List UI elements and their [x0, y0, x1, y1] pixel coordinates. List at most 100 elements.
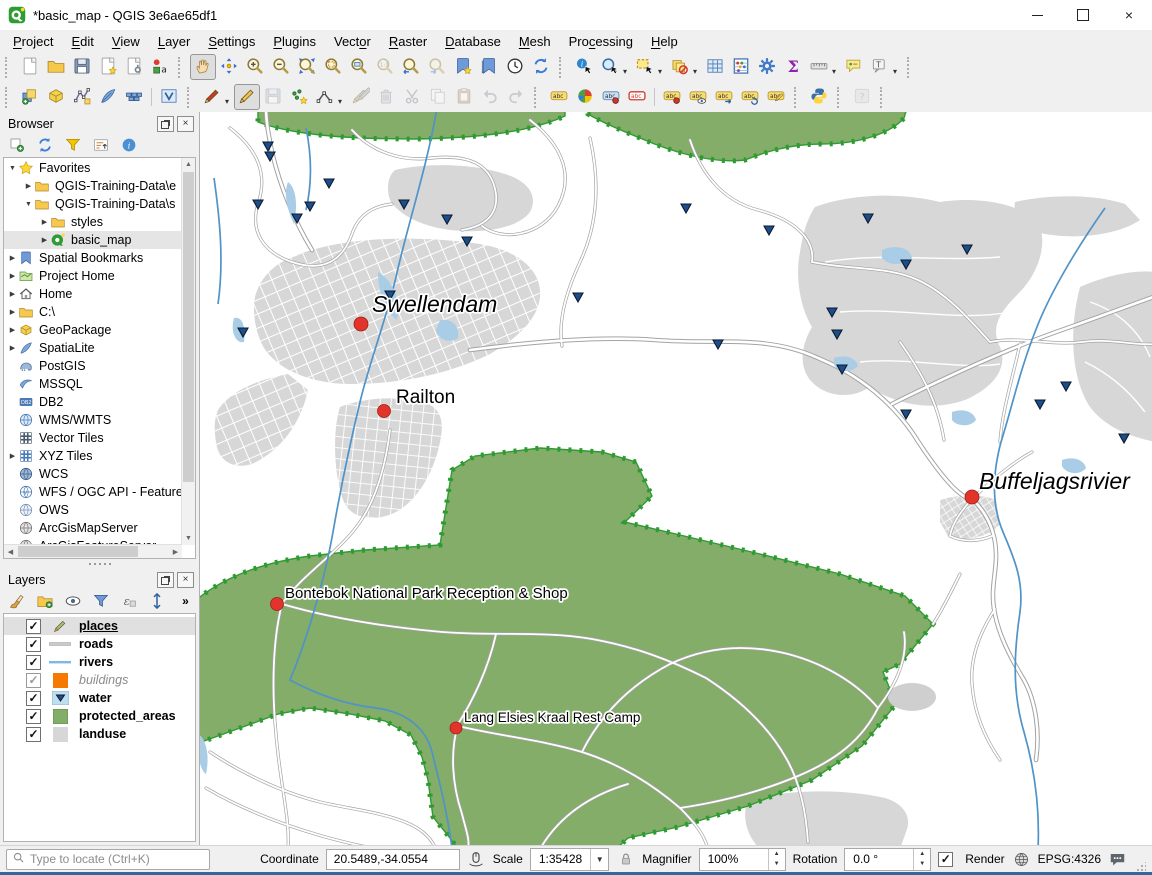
- layers-float-button[interactable]: [157, 572, 174, 588]
- browser-close-button[interactable]: ×: [177, 116, 194, 132]
- layer-visibility-checkbox[interactable]: ✓: [26, 727, 41, 742]
- crs-status[interactable]: EPSG:4326: [1038, 852, 1101, 866]
- layer-visibility-checkbox[interactable]: ✓: [26, 655, 41, 670]
- expander-icon[interactable]: ▼: [23, 201, 34, 208]
- menu-view[interactable]: View: [103, 32, 149, 51]
- browser-item-qgis-training-data-s[interactable]: ▼QGIS-Training-Data\s: [4, 195, 182, 213]
- messages-icon[interactable]: [1108, 850, 1127, 869]
- browser-item-spatial-bookmarks[interactable]: ▶Spatial Bookmarks: [4, 249, 182, 267]
- style-manager-button[interactable]: a: [147, 54, 173, 80]
- layer-item-places[interactable]: ✓places: [4, 617, 195, 635]
- toolbar-handle[interactable]: [794, 87, 802, 108]
- move-label-button[interactable]: abc: [711, 84, 737, 110]
- new-spatial-bookmark-button[interactable]: [450, 54, 476, 80]
- layer-visibility-checkbox[interactable]: ✓: [26, 673, 41, 688]
- new-geopackage-layer-button[interactable]: [43, 84, 69, 110]
- layer-visibility-checkbox[interactable]: ✓: [26, 691, 41, 706]
- browser-item-ows[interactable]: OWS: [4, 501, 182, 519]
- menu-plugins[interactable]: Plugins: [264, 32, 325, 51]
- zoom-to-selection-button[interactable]: [320, 54, 346, 80]
- browser-item-wfs-ogc-api-feature[interactable]: VWFS / OGC API - Feature: [4, 483, 182, 501]
- browser-vertical-scrollbar[interactable]: ▲ ▼: [181, 158, 195, 545]
- measure-dropdown[interactable]: ▾: [832, 67, 841, 76]
- locator-search-input[interactable]: Type to locate (Ctrl+K): [6, 849, 210, 870]
- zoom-full-button[interactable]: [294, 54, 320, 80]
- browser-item-postgis[interactable]: PostGIS: [4, 357, 182, 375]
- zoom-out-button[interactable]: [268, 54, 294, 80]
- show-spatial-bookmarks-button[interactable]: [476, 54, 502, 80]
- menu-raster[interactable]: Raster: [380, 32, 436, 51]
- menu-vector[interactable]: Vector: [325, 32, 380, 51]
- filter-by-expression-button[interactable]: ε: [119, 591, 138, 610]
- browser-horizontal-scrollbar[interactable]: ◀ ▶: [4, 544, 182, 558]
- browser-item-styles[interactable]: ▶styles: [4, 213, 182, 231]
- new-shapefile-layer-button[interactable]: [69, 84, 95, 110]
- pan-map-button[interactable]: [190, 54, 216, 80]
- layer-item-rivers[interactable]: ✓rivers: [4, 653, 195, 671]
- browser-item-wcs[interactable]: WCS: [4, 465, 182, 483]
- open-layer-styling-button[interactable]: [7, 591, 26, 610]
- statistical-summary-button[interactable]: Σ: [780, 54, 806, 80]
- expander-icon[interactable]: ▶: [7, 326, 18, 334]
- python-console-button[interactable]: [806, 84, 832, 110]
- pin-unpin-labels-button[interactable]: abc: [598, 84, 624, 110]
- browser-item-mssql[interactable]: MSSQL: [4, 375, 182, 393]
- expander-icon[interactable]: ▶: [7, 272, 18, 280]
- refresh-map-button[interactable]: [528, 54, 554, 80]
- lock-scale-icon[interactable]: [616, 850, 635, 869]
- expander-icon[interactable]: ▶: [39, 218, 50, 226]
- select-features-dropdown[interactable]: ▾: [658, 67, 667, 76]
- chevron-down-icon[interactable]: ▼: [590, 849, 608, 870]
- layer-item-buildings[interactable]: ✓buildings: [4, 671, 195, 689]
- browser-item-arcgismapserver[interactable]: ArcGisMapServer: [4, 519, 182, 537]
- show-layout-manager-button[interactable]: [121, 54, 147, 80]
- filter-legend-button[interactable]: [91, 591, 110, 610]
- browser-item-db2[interactable]: DB2DB2: [4, 393, 182, 411]
- close-button[interactable]: ×: [1106, 0, 1152, 30]
- layer-item-landuse[interactable]: ✓landuse: [4, 725, 195, 743]
- layer-item-roads[interactable]: ✓roads: [4, 635, 195, 653]
- new-spatialite-layer-button[interactable]: [95, 84, 121, 110]
- magnifier-spinbox[interactable]: 100% ▲▼: [699, 848, 786, 871]
- expand-collapse-all-button[interactable]: [147, 591, 166, 610]
- browser-item-qgis-training-data-e[interactable]: ▶QGIS-Training-Data\e: [4, 177, 182, 195]
- add-selected-layers-button[interactable]: [7, 135, 26, 154]
- toolbar-handle[interactable]: [559, 57, 567, 78]
- show-hide-labels-button[interactable]: abc: [659, 84, 685, 110]
- menu-project[interactable]: Project: [4, 32, 62, 51]
- toolbar-handle[interactable]: [837, 87, 845, 108]
- maximize-button[interactable]: [1060, 0, 1106, 30]
- vertex-tool-dropdown[interactable]: ▾: [338, 97, 347, 106]
- expander-icon[interactable]: ▶: [7, 452, 18, 460]
- expander-icon[interactable]: ▶: [7, 344, 18, 352]
- text-annotation-button[interactable]: T: [867, 54, 893, 80]
- minimize-button[interactable]: [1014, 0, 1060, 30]
- add-group-button[interactable]: [35, 591, 54, 610]
- properties-widget-button[interactable]: i: [119, 135, 138, 154]
- pan-to-selection-button[interactable]: [216, 54, 242, 80]
- expander-icon[interactable]: ▼: [7, 165, 18, 172]
- toolbar-handle[interactable]: [5, 87, 13, 108]
- deselect-features-button[interactable]: [667, 54, 693, 80]
- toolbar-handle[interactable]: [187, 87, 195, 108]
- select-features-button[interactable]: [632, 54, 658, 80]
- show-hidden-labels-button[interactable]: abc: [685, 84, 711, 110]
- toolbar-handle[interactable]: [880, 87, 888, 108]
- filter-browser-button[interactable]: [63, 135, 82, 154]
- render-checkbox[interactable]: ✓Render: [938, 852, 1004, 867]
- options-button[interactable]: [754, 54, 780, 80]
- layer-visibility-checkbox[interactable]: ✓: [26, 709, 41, 724]
- menu-help[interactable]: Help: [642, 32, 687, 51]
- deselect-features-dropdown[interactable]: ▾: [693, 67, 702, 76]
- open-project-button[interactable]: [43, 54, 69, 80]
- save-project-button[interactable]: [69, 54, 95, 80]
- menu-edit[interactable]: Edit: [62, 32, 102, 51]
- browser-item-xyz-tiles[interactable]: ▶XYZ Tiles: [4, 447, 182, 465]
- identify-features-button[interactable]: i: [571, 54, 597, 80]
- layer-visibility-checkbox[interactable]: ✓: [26, 619, 41, 634]
- browser-item-c-[interactable]: ▶C:\: [4, 303, 182, 321]
- toolbar-handle[interactable]: [534, 87, 542, 108]
- browser-item-vector-tiles[interactable]: Vector Tiles: [4, 429, 182, 447]
- menu-processing[interactable]: Processing: [560, 32, 642, 51]
- rotation-spinbox[interactable]: 0.0 ° ▲▼: [844, 848, 931, 871]
